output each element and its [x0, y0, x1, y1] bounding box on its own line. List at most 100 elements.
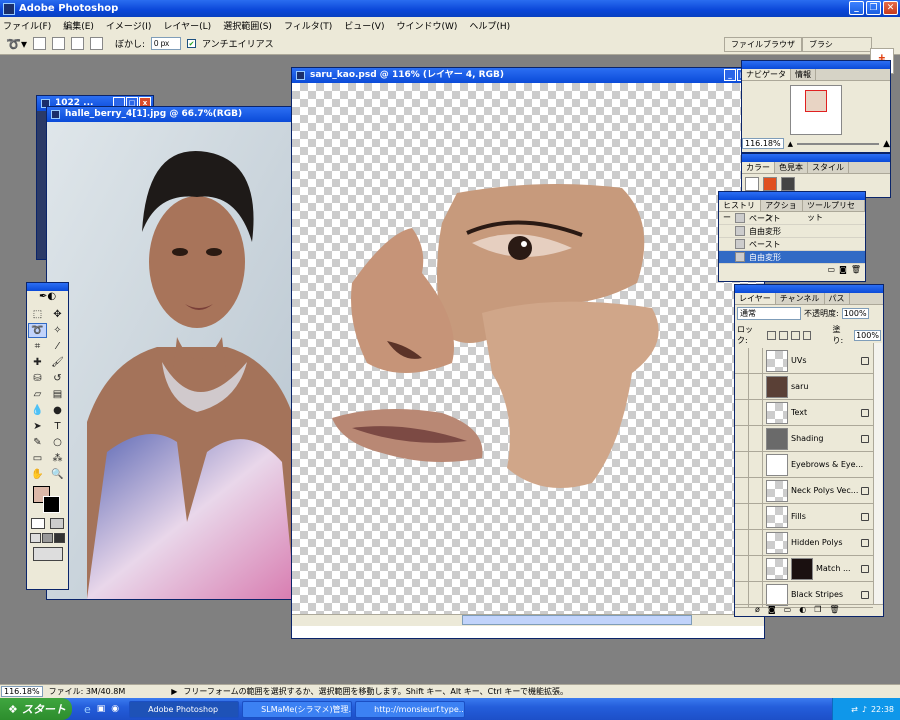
layer-row[interactable]: Shading: [735, 425, 873, 452]
gradient-tool-icon[interactable]: ▤: [48, 387, 67, 402]
marquee-tool-icon[interactable]: ⬚: [28, 307, 47, 322]
adjustment-layer-icon[interactable]: ◐: [799, 605, 806, 616]
status-arrow-icon[interactable]: ▶: [171, 687, 177, 696]
history-item[interactable]: 自由変形: [719, 225, 865, 238]
zoom-tool-icon[interactable]: 🔍: [48, 467, 67, 482]
media-quicklaunch-icon[interactable]: ◉: [111, 704, 119, 714]
visibility-toggle[interactable]: [735, 529, 749, 556]
style-swatch[interactable]: [781, 177, 795, 191]
tab-brushes[interactable]: ブラシ: [802, 37, 872, 52]
menu-help[interactable]: ヘルプ(H): [469, 19, 510, 32]
lock-all-icon[interactable]: [802, 330, 812, 340]
screen-mode-full-icon[interactable]: [41, 533, 53, 543]
notes-tool-icon[interactable]: ▭: [28, 451, 47, 466]
task-photoshop[interactable]: Adobe Photoshop: [129, 700, 240, 718]
layer-row[interactable]: Eyebrows & Eye...: [735, 451, 873, 478]
trash-icon[interactable]: 🗑: [851, 265, 861, 274]
link-toggle[interactable]: [749, 477, 763, 504]
link-toggle[interactable]: [749, 348, 763, 374]
tab-history[interactable]: ヒストリー: [719, 200, 762, 222]
task-browser[interactable]: http://monsieurf.type...: [355, 700, 466, 718]
screen-mode-black-icon[interactable]: [54, 533, 66, 543]
lock-transparency-icon[interactable]: [766, 330, 776, 340]
zoom-in-icon[interactable]: ▲: [883, 139, 890, 149]
visibility-toggle[interactable]: [735, 373, 749, 400]
task-slmame[interactable]: SLMaMe(シラマメ)管理...: [242, 700, 353, 718]
screen-mode-icon[interactable]: [29, 533, 41, 543]
network-icon[interactable]: ⇄: [851, 705, 858, 714]
menu-file[interactable]: ファイル(F): [3, 19, 51, 32]
lasso-tool-icon[interactable]: ➰: [28, 323, 47, 338]
history-brush-icon[interactable]: ↺: [48, 371, 67, 386]
tab-styles[interactable]: スタイル: [808, 162, 849, 173]
layer-row[interactable]: Hidden Polys: [735, 529, 873, 556]
history-item[interactable]: ペースト: [719, 212, 865, 225]
trash-icon[interactable]: 🗑: [829, 605, 839, 616]
antialias-checkbox[interactable]: ✔: [187, 39, 197, 48]
link-toggle[interactable]: [749, 451, 763, 478]
layers-scrollbar[interactable]: [873, 343, 882, 605]
desktop-quicklaunch-icon[interactable]: ▣: [97, 704, 106, 714]
layer-row[interactable]: Text: [735, 399, 873, 426]
tab-swatches[interactable]: 色見本: [775, 162, 808, 173]
menu-filter[interactable]: フィルタ(T): [284, 19, 332, 32]
layer-row[interactable]: Match ...: [735, 555, 873, 582]
opacity-input[interactable]: 100%: [841, 308, 869, 319]
menu-layer[interactable]: レイヤー(L): [163, 19, 211, 32]
intersect-selection-icon[interactable]: [89, 37, 103, 50]
blur-tool-icon[interactable]: 💧: [28, 403, 47, 418]
restore-button[interactable]: ❐: [866, 1, 881, 15]
layer-mask-icon[interactable]: ◙: [768, 605, 776, 616]
brush-tool-icon[interactable]: 🖌: [48, 355, 67, 370]
tab-layers[interactable]: レイヤー: [735, 293, 776, 304]
link-toggle[interactable]: [749, 373, 763, 400]
dodge-tool-icon[interactable]: ●: [48, 403, 67, 418]
minimize-button[interactable]: _: [724, 69, 736, 81]
tab-color[interactable]: カラー: [742, 162, 775, 173]
style-swatch[interactable]: [763, 177, 777, 191]
subtract-selection-icon[interactable]: [70, 37, 84, 50]
canvas[interactable]: [292, 83, 764, 626]
lock-position-icon[interactable]: [790, 330, 800, 340]
standard-mode-icon[interactable]: [31, 518, 46, 529]
new-set-icon[interactable]: ▭: [784, 605, 792, 616]
jump-to-imageready-icon[interactable]: [32, 547, 63, 561]
slice-tool-icon[interactable]: ⁄: [48, 339, 67, 354]
link-toggle[interactable]: [749, 399, 763, 426]
stamp-tool-icon[interactable]: ⛁: [28, 371, 47, 386]
healing-brush-icon[interactable]: ✚: [28, 355, 47, 370]
shape-tool-icon[interactable]: ○: [48, 435, 67, 450]
tab-navigator[interactable]: ナビゲータ: [742, 69, 791, 80]
eraser-tool-icon[interactable]: ▱: [28, 387, 47, 402]
tab-channels[interactable]: チャンネル: [776, 293, 825, 304]
start-button[interactable]: ❖ スタート: [0, 698, 72, 720]
layer-row[interactable]: UVs: [735, 348, 873, 374]
blend-mode-select[interactable]: 通常: [737, 307, 801, 320]
layer-style-icon[interactable]: ø: [755, 605, 760, 616]
new-layer-icon[interactable]: ❐: [814, 605, 821, 616]
adobe-online-icon[interactable]: ✒◐: [27, 291, 68, 305]
add-selection-icon[interactable]: [51, 37, 65, 50]
background-color-swatch[interactable]: [43, 496, 60, 513]
ie-quicklaunch-icon[interactable]: e: [84, 703, 91, 716]
link-toggle[interactable]: [749, 425, 763, 452]
lasso-preset-icon[interactable]: ➰▾: [6, 37, 27, 51]
status-zoom[interactable]: 116.18%: [1, 686, 43, 697]
layer-row[interactable]: saru: [735, 373, 873, 400]
menu-window[interactable]: ウインドウ(W): [396, 19, 457, 32]
menu-view[interactable]: ビュー(V): [344, 19, 384, 32]
navigator-view-box[interactable]: [805, 90, 827, 112]
magic-wand-icon[interactable]: ✧: [48, 323, 67, 338]
visibility-toggle[interactable]: [735, 555, 749, 582]
lock-paint-icon[interactable]: [778, 330, 788, 340]
history-item-selected[interactable]: 自由変形: [719, 251, 865, 264]
close-button[interactable]: ✕: [883, 1, 898, 15]
visibility-toggle[interactable]: [735, 425, 749, 452]
volume-icon[interactable]: ♪: [862, 705, 867, 714]
photo-document-window[interactable]: halle_berry_4[1].jpg @ 66.7%(RGB): [46, 106, 296, 600]
navigator-preview[interactable]: [790, 85, 842, 135]
eyedropper-icon[interactable]: ⁂: [48, 451, 67, 466]
hand-tool-icon[interactable]: ✋: [28, 467, 47, 482]
zoom-out-icon[interactable]: ▲: [788, 140, 793, 148]
visibility-toggle[interactable]: [735, 348, 749, 374]
